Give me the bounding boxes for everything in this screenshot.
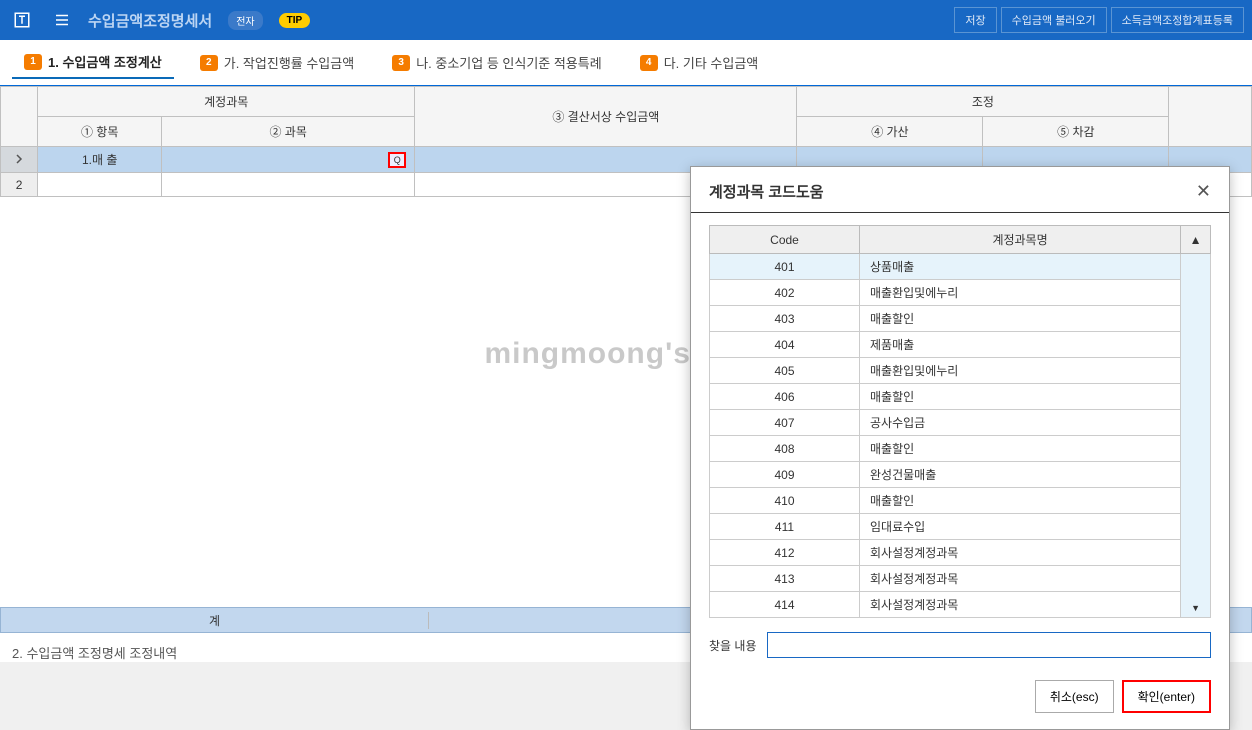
code-cell: 414 — [710, 592, 860, 618]
search-input[interactable] — [767, 632, 1212, 658]
code-row[interactable]: 410매출할인 — [710, 488, 1211, 514]
tabs-row: 1 1. 수입금액 조정계산 2 가. 작업진행률 수입금액 3 나. 중소기업… — [0, 40, 1252, 86]
page-title: 수입금액조정명세서 — [88, 10, 212, 31]
tab-label: 가. 작업진행률 수입금액 — [224, 53, 354, 72]
code-row[interactable]: 413회사설정계정과목 — [710, 566, 1211, 592]
name-cell: 공사수입금 — [860, 410, 1181, 436]
modal-title: 계정과목 코드도움 — [709, 181, 824, 202]
scrollbar[interactable]: ▼ — [1181, 254, 1211, 618]
code-row[interactable]: 405매출환입및에누리 — [710, 358, 1211, 384]
name-cell: 매출할인 — [860, 384, 1181, 410]
income-summary-button[interactable]: 소득금액조정합계표등록 — [1111, 7, 1244, 33]
code-cell: 408 — [710, 436, 860, 462]
code-cell: 413 — [710, 566, 860, 592]
code-row[interactable]: 411임대료수입 — [710, 514, 1211, 540]
search-label: 찾을 내용 — [709, 637, 757, 654]
code-row[interactable]: 404제품매출 — [710, 332, 1211, 358]
tab-4[interactable]: 4 다. 기타 수입금액 — [628, 47, 771, 78]
tab-num: 1 — [24, 54, 42, 70]
code-cell: 406 — [710, 384, 860, 410]
code-row[interactable]: 408매출할인 — [710, 436, 1211, 462]
tab-label: 다. 기타 수입금액 — [664, 53, 759, 72]
load-revenue-button[interactable]: 수입금액 불러오기 — [1001, 7, 1107, 33]
code-cell: 412 — [710, 540, 860, 566]
cell-subject[interactable] — [162, 173, 415, 197]
cell-item[interactable]: 1.매 출 — [38, 147, 162, 173]
tab-num: 3 — [392, 55, 410, 71]
name-cell: 회사설정계정과목 — [860, 540, 1181, 566]
name-cell: 매출할인 — [860, 306, 1181, 332]
name-cell: 임대료수입 — [860, 514, 1181, 540]
col-adjustment: 조정 — [797, 87, 1169, 117]
name-cell: 매출할인 — [860, 436, 1181, 462]
code-row[interactable]: 409완성건물매출 — [710, 462, 1211, 488]
code-row[interactable]: 407공사수입금 — [710, 410, 1211, 436]
tab-2[interactable]: 2 가. 작업진행률 수입금액 — [188, 47, 366, 78]
col-sub: ⑤ 차감 — [983, 117, 1169, 147]
menu-icon[interactable] — [48, 6, 76, 34]
col-settlement: ③ 결산서상 수입금액 — [415, 87, 797, 147]
col-end — [1169, 87, 1252, 147]
badge-electronic: 전자 — [228, 11, 262, 30]
code-cell: 407 — [710, 410, 860, 436]
top-bar: 수입금액조정명세서 전자 TIP 저장 수입금액 불러오기 소득금액조정합계표등… — [0, 0, 1252, 40]
col-expand — [1, 87, 38, 147]
tab-label: 1. 수입금액 조정계산 — [48, 52, 162, 71]
code-cell: 410 — [710, 488, 860, 514]
col-add: ④ 가산 — [797, 117, 983, 147]
code-row[interactable]: 412회사설정계정과목 — [710, 540, 1211, 566]
code-cell: 409 — [710, 462, 860, 488]
col-code-header: Code — [710, 226, 860, 254]
tab-1[interactable]: 1 1. 수입금액 조정계산 — [12, 46, 174, 79]
code-cell: 401 — [710, 254, 860, 280]
code-cell: 405 — [710, 358, 860, 384]
code-cell: 402 — [710, 280, 860, 306]
name-cell: 제품매출 — [860, 332, 1181, 358]
app-icon[interactable] — [8, 6, 36, 34]
name-cell: 회사설정계정과목 — [860, 566, 1181, 592]
col-account: 계정과목 — [38, 87, 415, 117]
col-subject: ② 과목 — [162, 117, 415, 147]
code-cell: 404 — [710, 332, 860, 358]
code-help-modal: 계정과목 코드도움 ✕ Code 계정과목명 ▲ 401상품매출▼402매출환입… — [690, 166, 1230, 730]
code-cell: 403 — [710, 306, 860, 332]
code-row[interactable]: 402매출환입및에누리 — [710, 280, 1211, 306]
col-name-header: 계정과목명 — [860, 226, 1181, 254]
name-cell: 완성건물매출 — [860, 462, 1181, 488]
total-label: 계 — [1, 612, 429, 629]
code-cell: 411 — [710, 514, 860, 540]
scrollbar-head: ▲ — [1181, 226, 1211, 254]
name-cell: 회사설정계정과목 — [860, 592, 1181, 618]
tab-label: 나. 중소기업 등 인식기준 적용특례 — [416, 53, 602, 72]
name-cell: 상품매출 — [860, 254, 1181, 280]
name-cell: 매출환입및에누리 — [860, 280, 1181, 306]
lookup-icon[interactable]: Q — [388, 152, 406, 168]
code-row[interactable]: 406매출할인 — [710, 384, 1211, 410]
confirm-button[interactable]: 확인(enter) — [1122, 680, 1211, 713]
tab-num: 2 — [200, 55, 218, 71]
badge-tip[interactable]: TIP — [279, 13, 311, 28]
code-row[interactable]: 403매출할인 — [710, 306, 1211, 332]
code-table: Code 계정과목명 ▲ 401상품매출▼402매출환입및에누리403매출할인4… — [709, 225, 1211, 618]
name-cell: 매출할인 — [860, 488, 1181, 514]
code-row[interactable]: 401상품매출▼ — [710, 254, 1211, 280]
cell-subject[interactable]: Q — [162, 147, 415, 173]
tab-3[interactable]: 3 나. 중소기업 등 인식기준 적용특례 — [380, 47, 614, 78]
tab-num: 4 — [640, 55, 658, 71]
cancel-button[interactable]: 취소(esc) — [1035, 680, 1114, 713]
row-num: 2 — [1, 173, 38, 197]
name-cell: 매출환입및에누리 — [860, 358, 1181, 384]
cell-item[interactable] — [38, 173, 162, 197]
code-row[interactable]: 414회사설정계정과목 — [710, 592, 1211, 618]
col-item: ① 항목 — [38, 117, 162, 147]
save-button[interactable]: 저장 — [954, 7, 996, 33]
close-icon[interactable]: ✕ — [1196, 181, 1211, 202]
expand-icon[interactable] — [1, 147, 38, 173]
